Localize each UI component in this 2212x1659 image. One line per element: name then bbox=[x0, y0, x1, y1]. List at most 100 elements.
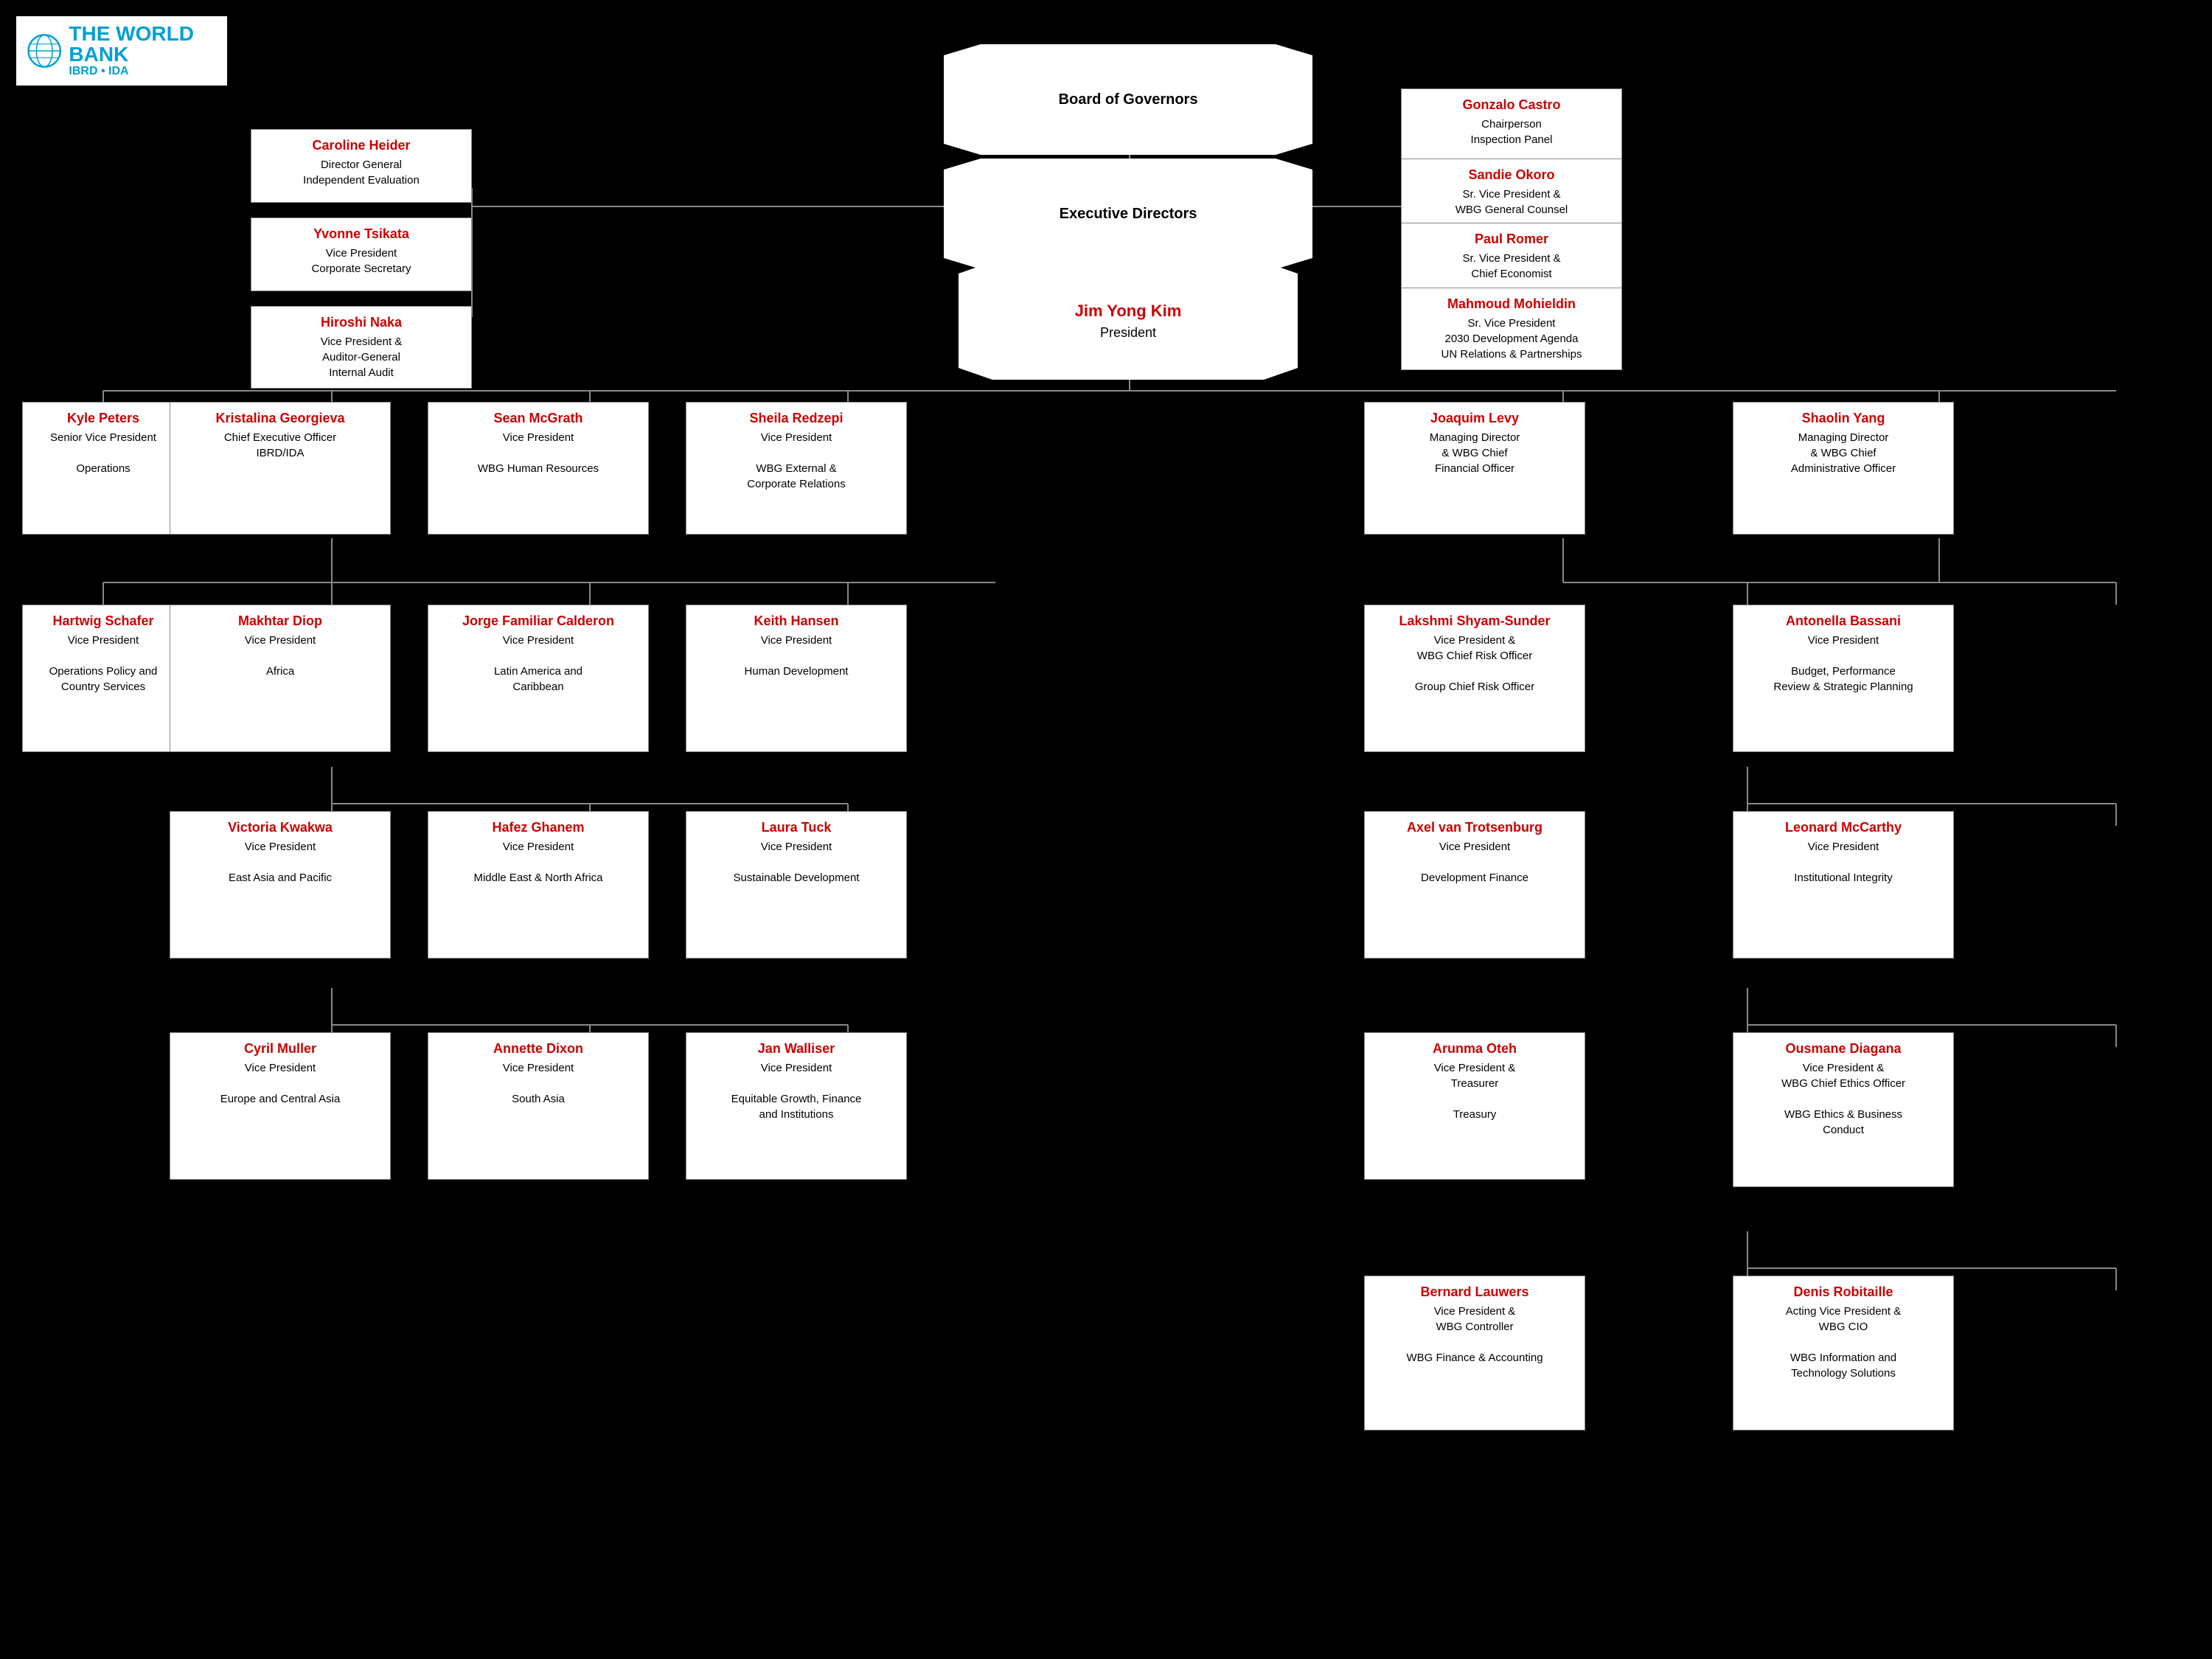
card-joaquim-levy: Joaquim Levy Managing Director& WBG Chie… bbox=[1364, 402, 1585, 535]
board-of-governors-label: Board of Governors bbox=[1051, 82, 1206, 117]
name-yvonne-tsikata: Yvonne Tsikata bbox=[260, 226, 462, 243]
card-axel-van-trotsenburg: Axel van Trotsenburg Vice PresidentDevel… bbox=[1364, 811, 1585, 959]
card-jorge-familiar: Jorge Familiar Calderon Vice PresidentLa… bbox=[428, 605, 649, 752]
card-mahmoud-mohieldin: Mahmoud Mohieldin Sr. Vice President2030… bbox=[1401, 288, 1622, 370]
name-laura-tuck: Laura Tuck bbox=[695, 819, 897, 836]
name-keith-hansen: Keith Hansen bbox=[695, 613, 897, 630]
role-lakshmi-shyam-sunder: Vice President &WBG Chief Risk OfficerGr… bbox=[1374, 633, 1576, 695]
card-yvonne-tsikata: Yvonne Tsikata Vice PresidentCorporate S… bbox=[251, 218, 472, 291]
card-hartwig-schafer: Hartwig Schafer Vice PresidentOperations… bbox=[22, 605, 184, 752]
card-antonella-bassani: Antonella Bassani Vice PresidentBudget, … bbox=[1733, 605, 1954, 752]
card-gonzalo-castro: Gonzalo Castro ChairpersonInspection Pan… bbox=[1401, 88, 1622, 162]
role-jorge-familiar: Vice PresidentLatin America andCaribbean bbox=[437, 633, 639, 695]
card-makhtar-diop: Makhtar Diop Vice PresidentAfrica bbox=[170, 605, 391, 752]
name-makhtar-diop: Makhtar Diop bbox=[179, 613, 381, 630]
role-axel-van-trotsenburg: Vice PresidentDevelopment Finance bbox=[1374, 839, 1576, 886]
name-kyle-peters: Kyle Peters bbox=[32, 410, 175, 427]
card-kyle-peters: Kyle Peters Senior Vice PresidentOperati… bbox=[22, 402, 184, 535]
role-caroline-heider: Director GeneralIndependent Evaluation bbox=[260, 157, 462, 188]
role-sandie-okoro: Sr. Vice President &WBG General Counsel bbox=[1411, 187, 1613, 218]
name-sandie-okoro: Sandie Okoro bbox=[1411, 167, 1613, 184]
president-role: President bbox=[1100, 325, 1156, 341]
name-hafez-ghanem: Hafez Ghanem bbox=[437, 819, 639, 836]
logo-title: THE WORLD BANK bbox=[69, 24, 216, 65]
name-mahmoud-mohieldin: Mahmoud Mohieldin bbox=[1411, 296, 1613, 313]
role-mahmoud-mohieldin: Sr. Vice President2030 Development Agend… bbox=[1411, 316, 1613, 362]
role-kyle-peters: Senior Vice PresidentOperations bbox=[32, 430, 175, 476]
name-leonard-mccarthy: Leonard McCarthy bbox=[1742, 819, 1944, 836]
role-victoria-kwakwa: Vice PresidentEast Asia and Pacific bbox=[179, 839, 381, 886]
name-annette-dixon: Annette Dixon bbox=[437, 1040, 639, 1057]
card-shaolin-yang: Shaolin Yang Managing Director& WBG Chie… bbox=[1733, 402, 1954, 535]
president-name: Jim Yong Kim bbox=[1075, 301, 1182, 322]
role-arunma-oteh: Vice President &TreasurerTreasury bbox=[1374, 1060, 1576, 1122]
role-laura-tuck: Vice PresidentSustainable Development bbox=[695, 839, 897, 886]
executive-directors-label: Executive Directors bbox=[1052, 196, 1205, 232]
role-paul-romer: Sr. Vice President &Chief Economist bbox=[1411, 251, 1613, 282]
card-sheila-redzepi: Sheila Redzepi Vice PresidentWBG Externa… bbox=[686, 402, 907, 535]
world-bank-globe-icon bbox=[27, 29, 61, 73]
card-laura-tuck: Laura Tuck Vice PresidentSustainable Dev… bbox=[686, 811, 907, 959]
role-kristalina-georgieva: Chief Executive OfficerIBRD/IDA bbox=[179, 430, 381, 461]
role-keith-hansen: Vice PresidentHuman Development bbox=[695, 633, 897, 679]
org-chart: THE WORLD BANK IBRD • IDA Board of Gover… bbox=[0, 0, 2212, 1659]
logo-text: THE WORLD BANK IBRD • IDA bbox=[69, 24, 216, 78]
card-cyril-muller: Cyril Muller Vice PresidentEurope and Ce… bbox=[170, 1032, 391, 1180]
name-antonella-bassani: Antonella Bassani bbox=[1742, 613, 1944, 630]
president-box: Jim Yong Kim President bbox=[959, 262, 1298, 380]
name-joaquim-levy: Joaquim Levy bbox=[1374, 410, 1576, 427]
name-jorge-familiar: Jorge Familiar Calderon bbox=[437, 613, 639, 630]
role-annette-dixon: Vice PresidentSouth Asia bbox=[437, 1060, 639, 1107]
card-lakshmi-shyam-sunder: Lakshmi Shyam-Sunder Vice President &WBG… bbox=[1364, 605, 1585, 752]
role-sheila-redzepi: Vice PresidentWBG External &Corporate Re… bbox=[695, 430, 897, 492]
name-shaolin-yang: Shaolin Yang bbox=[1742, 410, 1944, 427]
role-ousmane-diagana: Vice President &WBG Chief Ethics Officer… bbox=[1742, 1060, 1944, 1138]
role-joaquim-levy: Managing Director& WBG ChiefFinancial Of… bbox=[1374, 430, 1576, 476]
card-leonard-mccarthy: Leonard McCarthy Vice PresidentInstituti… bbox=[1733, 811, 1954, 959]
role-yvonne-tsikata: Vice PresidentCorporate Secretary bbox=[260, 246, 462, 276]
name-axel-van-trotsenburg: Axel van Trotsenburg bbox=[1374, 819, 1576, 836]
name-lakshmi-shyam-sunder: Lakshmi Shyam-Sunder bbox=[1374, 613, 1576, 630]
role-leonard-mccarthy: Vice PresidentInstitutional Integrity bbox=[1742, 839, 1944, 886]
role-shaolin-yang: Managing Director& WBG ChiefAdministrati… bbox=[1742, 430, 1944, 476]
card-hafez-ghanem: Hafez Ghanem Vice PresidentMiddle East &… bbox=[428, 811, 649, 959]
name-sean-mcgrath: Sean McGrath bbox=[437, 410, 639, 427]
executive-directors: Executive Directors bbox=[944, 159, 1312, 269]
name-hiroshi-naka: Hiroshi Naka bbox=[260, 314, 462, 331]
card-denis-robitaille: Denis Robitaille Acting Vice President &… bbox=[1733, 1276, 1954, 1430]
name-ousmane-diagana: Ousmane Diagana bbox=[1742, 1040, 1944, 1057]
card-victoria-kwakwa: Victoria Kwakwa Vice PresidentEast Asia … bbox=[170, 811, 391, 959]
name-jan-walliser: Jan Walliser bbox=[695, 1040, 897, 1057]
card-bernard-lauwers: Bernard Lauwers Vice President &WBG Cont… bbox=[1364, 1276, 1585, 1430]
logo-box: THE WORLD BANK IBRD • IDA bbox=[15, 15, 229, 87]
role-antonella-bassani: Vice PresidentBudget, PerformanceReview … bbox=[1742, 633, 1944, 695]
card-ousmane-diagana: Ousmane Diagana Vice President &WBG Chie… bbox=[1733, 1032, 1954, 1187]
card-arunma-oteh: Arunma Oteh Vice President &TreasurerTre… bbox=[1364, 1032, 1585, 1180]
card-caroline-heider: Caroline Heider Director GeneralIndepend… bbox=[251, 129, 472, 203]
card-annette-dixon: Annette Dixon Vice PresidentSouth Asia bbox=[428, 1032, 649, 1180]
card-kristalina-georgieva: Kristalina Georgieva Chief Executive Off… bbox=[170, 402, 391, 535]
name-kristalina-georgieva: Kristalina Georgieva bbox=[179, 410, 381, 427]
role-hiroshi-naka: Vice President &Auditor-GeneralInternal … bbox=[260, 334, 462, 380]
name-denis-robitaille: Denis Robitaille bbox=[1742, 1284, 1944, 1301]
board-of-governors: Board of Governors bbox=[944, 44, 1312, 155]
name-hartwig-schafer: Hartwig Schafer bbox=[32, 613, 175, 630]
card-paul-romer: Paul Romer Sr. Vice President &Chief Eco… bbox=[1401, 223, 1622, 290]
name-caroline-heider: Caroline Heider bbox=[260, 137, 462, 154]
name-bernard-lauwers: Bernard Lauwers bbox=[1374, 1284, 1576, 1301]
role-hartwig-schafer: Vice PresidentOperations Policy andCount… bbox=[32, 633, 175, 695]
role-jan-walliser: Vice PresidentEquitable Growth, Financea… bbox=[695, 1060, 897, 1122]
name-cyril-muller: Cyril Muller bbox=[179, 1040, 381, 1057]
role-sean-mcgrath: Vice PresidentWBG Human Resources bbox=[437, 430, 639, 476]
role-makhtar-diop: Vice PresidentAfrica bbox=[179, 633, 381, 679]
name-victoria-kwakwa: Victoria Kwakwa bbox=[179, 819, 381, 836]
name-paul-romer: Paul Romer bbox=[1411, 231, 1613, 248]
name-arunma-oteh: Arunma Oteh bbox=[1374, 1040, 1576, 1057]
role-bernard-lauwers: Vice President &WBG ControllerWBG Financ… bbox=[1374, 1304, 1576, 1366]
role-cyril-muller: Vice PresidentEurope and Central Asia bbox=[179, 1060, 381, 1107]
card-sandie-okoro: Sandie Okoro Sr. Vice President &WBG Gen… bbox=[1401, 159, 1622, 226]
card-keith-hansen: Keith Hansen Vice PresidentHuman Develop… bbox=[686, 605, 907, 752]
card-hiroshi-naka: Hiroshi Naka Vice President &Auditor-Gen… bbox=[251, 306, 472, 389]
role-hafez-ghanem: Vice PresidentMiddle East & North Africa bbox=[437, 839, 639, 886]
name-sheila-redzepi: Sheila Redzepi bbox=[695, 410, 897, 427]
